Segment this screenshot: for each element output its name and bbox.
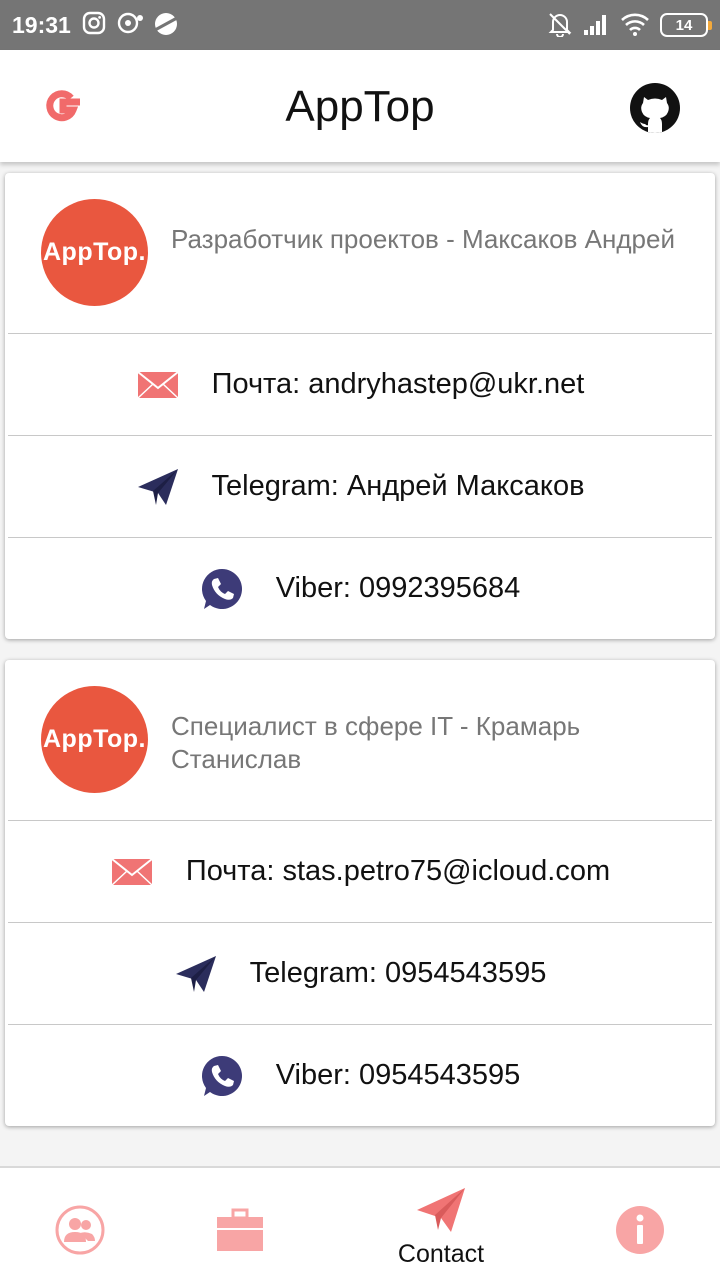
contacts-list[interactable]: AppTop. Разработчик проектов - Максаков … (0, 162, 720, 1166)
viber-text: Viber: 0992395684 (275, 572, 521, 604)
paper-plane-icon (137, 468, 178, 505)
email-text: Почта: andryhastep@ukr.net (211, 368, 585, 400)
nav-item-contact[interactable]: Contact (351, 1168, 531, 1282)
card-header: AppTop. Разработчик проектов - Максаков … (5, 173, 715, 333)
planet-icon (154, 13, 178, 35)
wifi-icon (621, 13, 649, 36)
telegram-text: Telegram: 0954543595 (249, 957, 547, 989)
telegram-row[interactable]: Telegram: 0954543595 (8, 922, 712, 1024)
avatar-logo-text: AppTop. (43, 238, 146, 266)
mail-icon (111, 857, 153, 886)
avatar: AppTop. (41, 686, 148, 793)
status-bar: 19:31 14 (0, 0, 720, 50)
battery-icon: 14 (660, 13, 712, 37)
viber-text: Viber: 0954543595 (275, 1059, 521, 1091)
email-row[interactable]: Почта: stas.petro75@icloud.com (8, 820, 712, 922)
contact-card: AppTop. Разработчик проектов - Максаков … (5, 173, 715, 639)
avatar: AppTop. (41, 199, 148, 306)
avatar-logo-text: AppTop. (43, 725, 146, 753)
app-bar: AppTop (0, 50, 720, 162)
users-icon (55, 1205, 105, 1255)
telegram-row[interactable]: Telegram: Андрей Максаков (8, 435, 712, 537)
signal-icon (584, 15, 606, 35)
nav-label-contact: Contact (397, 1240, 485, 1268)
contact-name: Разработчик проектов - Максаков Андрей (171, 224, 675, 254)
contact-name: Специалист в сфере IT - Крамарь Станисла… (171, 711, 581, 774)
viber-phone-icon (201, 568, 242, 609)
status-time: 19:31 (12, 12, 71, 38)
info-icon (616, 1206, 664, 1254)
email-text: Почта: stas.petro75@icloud.com (185, 855, 611, 887)
viber-phone-icon (201, 1055, 242, 1096)
contact-card: AppTop. Специалист в сфере IT - Крамарь … (5, 660, 715, 1126)
github-icon[interactable] (628, 81, 682, 135)
nav-item-portfolio[interactable] (150, 1168, 330, 1282)
mute-icon (548, 13, 572, 37)
app-title: AppTop (285, 82, 435, 131)
email-row[interactable]: Почта: andryhastep@ukr.net (8, 333, 712, 435)
telegram-text: Telegram: Андрей Максаков (211, 470, 585, 502)
briefcase-icon (217, 1208, 263, 1251)
bottom-navigation: Contact (0, 1166, 720, 1280)
viber-row[interactable]: Viber: 0954543595 (8, 1024, 712, 1126)
instagram-icon (82, 11, 106, 35)
card-header: AppTop. Специалист в сфере IT - Крамарь … (5, 660, 715, 820)
notification-app-icon (117, 12, 143, 34)
mail-icon (136, 370, 179, 399)
viber-row[interactable]: Viber: 0992395684 (8, 537, 712, 639)
paper-plane-icon (417, 1188, 465, 1232)
battery-level: 14 (675, 16, 693, 34)
nav-item-info[interactable] (550, 1168, 720, 1282)
paper-plane-icon (175, 955, 216, 992)
